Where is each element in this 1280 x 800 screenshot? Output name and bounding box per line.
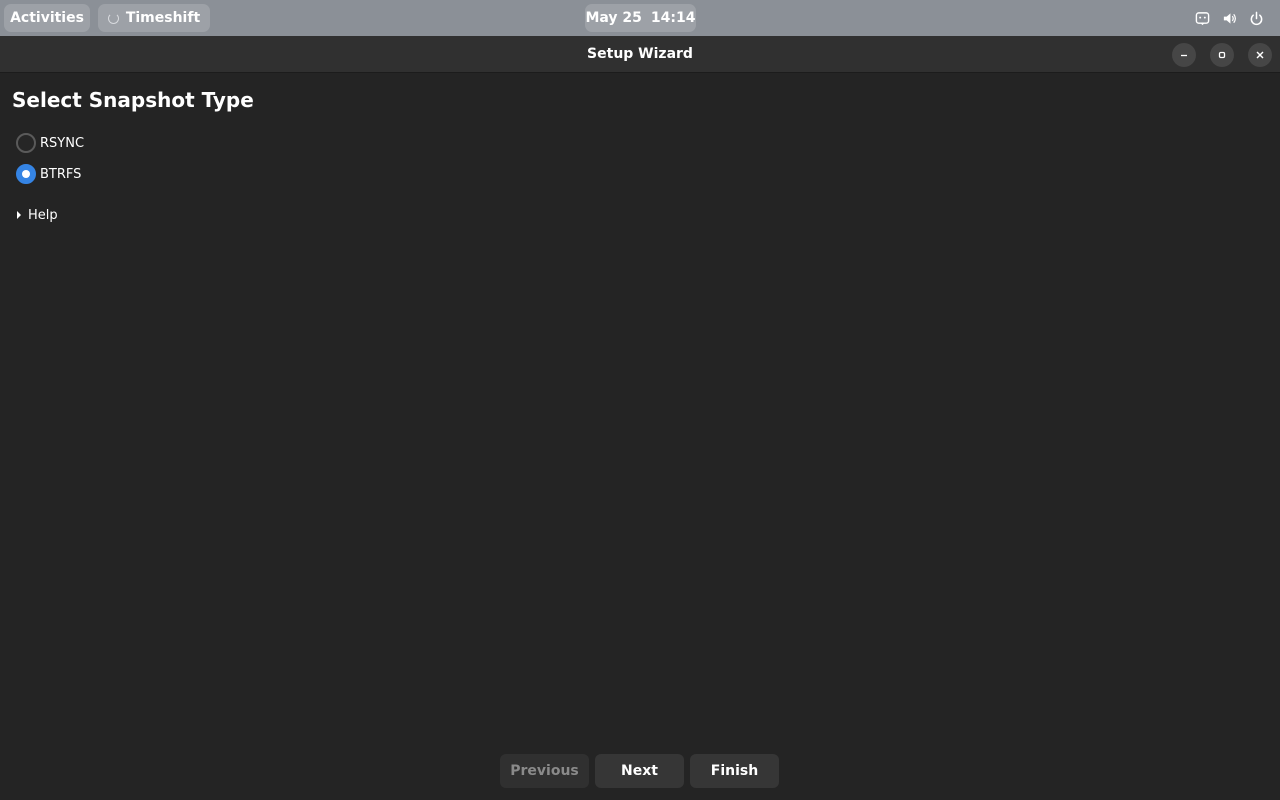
radio-button-btrfs[interactable] bbox=[16, 164, 36, 184]
loading-spinner-icon bbox=[107, 12, 119, 24]
clock-button[interactable]: May 25 14:14 bbox=[585, 4, 696, 32]
volume-icon[interactable] bbox=[1222, 11, 1237, 26]
top-bar: Activities Timeshift May 25 14:14 bbox=[0, 0, 1280, 36]
radio-button-rsync[interactable] bbox=[16, 133, 36, 153]
help-label: Help bbox=[28, 207, 58, 223]
window-titlebar[interactable]: Setup Wizard bbox=[0, 36, 1280, 73]
close-button[interactable] bbox=[1248, 43, 1272, 67]
close-icon bbox=[1256, 51, 1264, 59]
app-menu-button[interactable]: Timeshift bbox=[98, 4, 210, 32]
power-icon[interactable] bbox=[1249, 11, 1264, 26]
clock-time: 14:14 bbox=[650, 10, 696, 26]
radio-label-btrfs[interactable]: BTRFS bbox=[40, 167, 81, 182]
radio-label-rsync[interactable]: RSYNC bbox=[40, 136, 84, 151]
activities-button[interactable]: Activities bbox=[4, 4, 90, 32]
wizard-content: Select Snapshot Type RSYNC BTRFS Help Pr… bbox=[0, 73, 1280, 800]
radio-option-btrfs[interactable]: BTRFS bbox=[16, 164, 81, 184]
app-menu-label: Timeshift bbox=[125, 10, 201, 26]
maximize-icon bbox=[1218, 51, 1226, 59]
activities-label: Activities bbox=[10, 10, 84, 26]
next-button[interactable]: Next bbox=[595, 754, 684, 788]
finish-button[interactable]: Finish bbox=[690, 754, 779, 788]
window-title: Setup Wizard bbox=[587, 46, 693, 62]
radio-option-rsync[interactable]: RSYNC bbox=[16, 133, 84, 153]
radio-selected-dot bbox=[22, 170, 30, 178]
clock-date: May 25 bbox=[585, 10, 642, 26]
minimize-button[interactable] bbox=[1172, 43, 1196, 67]
expander-arrow-icon bbox=[17, 211, 21, 219]
maximize-button[interactable] bbox=[1210, 43, 1234, 67]
system-tray[interactable] bbox=[1195, 0, 1280, 36]
page-title: Select Snapshot Type bbox=[12, 88, 254, 112]
minimize-icon bbox=[1181, 54, 1187, 57]
previous-button[interactable]: Previous bbox=[500, 754, 589, 788]
help-expander[interactable]: Help bbox=[16, 205, 58, 225]
accessibility-icon[interactable] bbox=[1195, 11, 1210, 26]
